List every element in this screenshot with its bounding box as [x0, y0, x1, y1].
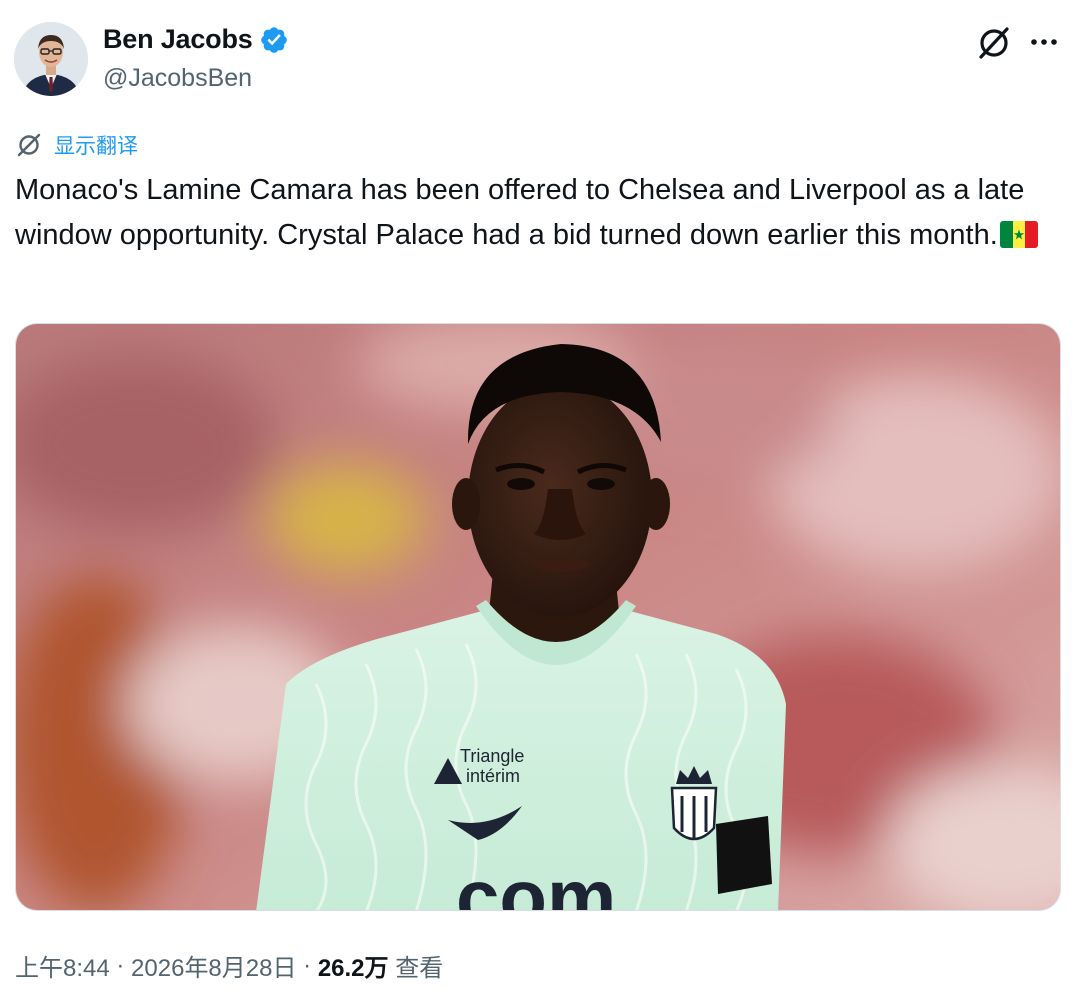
views-count[interactable]: 26.2万	[318, 948, 389, 983]
author-handle[interactable]: @JacobsBen	[103, 64, 252, 93]
meta-separator: ·	[109, 951, 132, 979]
meta-separator-2: ·	[296, 951, 318, 979]
author-display-name[interactable]: Ben Jacobs	[103, 24, 253, 55]
show-translation-label: 显示翻译	[54, 135, 138, 158]
avatar[interactable]	[14, 22, 88, 96]
verified-badge-icon	[260, 26, 287, 53]
shirt-text: com	[456, 853, 616, 911]
sponsor-line2: intérim	[466, 766, 520, 786]
tweet-body: Monaco's Lamine Camara has been offered …	[15, 174, 1025, 251]
translate-icon	[17, 133, 41, 157]
senegal-flag-icon	[999, 220, 1038, 248]
author-name-row: Ben Jacobs	[103, 24, 289, 55]
tweet-time[interactable]: 上午8:44	[15, 948, 110, 983]
tweet-meta: 上午8:44 · 2026年8月28日 · 26.2万 查看	[15, 948, 443, 983]
tweet-media-image[interactable]: Triangle intérim com	[15, 323, 1061, 911]
tweet-date[interactable]: 2026年8月28日	[131, 948, 296, 983]
views-label: 查看	[388, 955, 444, 982]
sponsor-line1: Triangle	[460, 746, 524, 766]
more-options-icon[interactable]	[1026, 26, 1062, 58]
tweet-text: Monaco's Lamine Camara has been offered …	[15, 168, 1055, 257]
grok-icon[interactable]	[975, 24, 1013, 62]
show-translation-link[interactable]: 显示翻译	[16, 130, 138, 160]
